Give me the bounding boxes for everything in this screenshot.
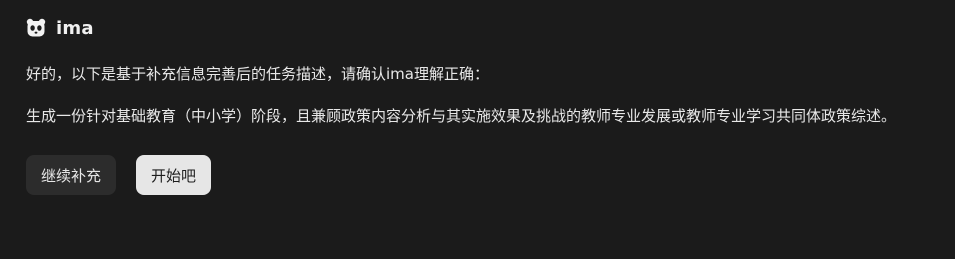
start-button[interactable]: 开始吧: [136, 155, 212, 195]
panda-icon: [26, 18, 46, 38]
message-header: ima: [26, 14, 929, 42]
assistant-name: ima: [56, 17, 94, 39]
action-bar: 继续补充 开始吧: [26, 155, 929, 195]
assistant-message: ima 好的，以下是基于补充信息完善后的任务描述，请确认ima理解正确： 生成一…: [0, 0, 955, 259]
continue-supplement-button[interactable]: 继续补充: [26, 155, 117, 195]
intro-text: 好的，以下是基于补充信息完善后的任务描述，请确认ima理解正确：: [26, 65, 489, 83]
task-description: 生成一份针对基础教育（中小学）阶段，且兼顾政策内容分析与其实施效果及挑战的教师专…: [26, 107, 897, 125]
